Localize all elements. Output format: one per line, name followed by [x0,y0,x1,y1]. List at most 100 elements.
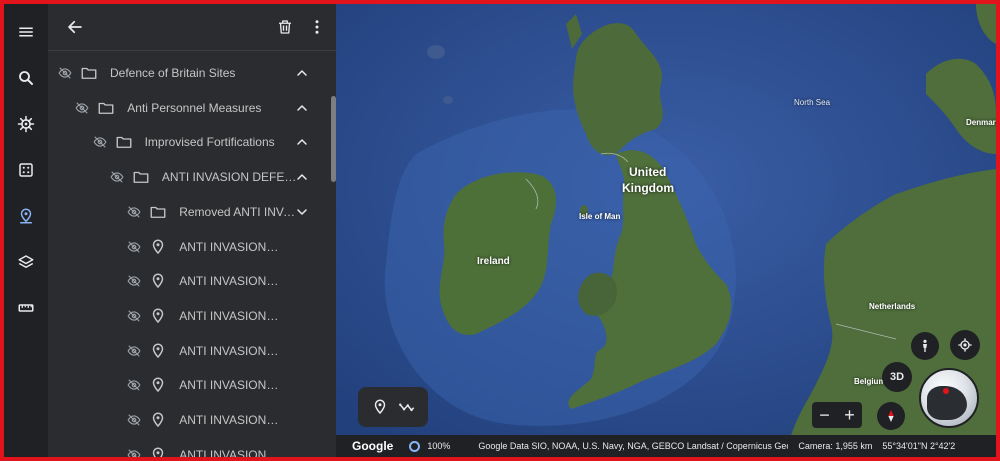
visibility-toggle-icon[interactable] [110,170,124,184]
folder-icon [115,133,133,151]
layers-icon [18,255,34,268]
tree-placemark-row[interactable]: ANTI INVASION DEFENCE [48,230,328,264]
zoom-out-button[interactable]: − [814,404,836,426]
visibility-toggle-icon[interactable] [127,378,141,392]
tree-item-label: Improvised Fortifications [144,135,275,150]
tree-folder-row[interactable]: ANTI INVASION DEFENCE [48,160,328,194]
visibility-toggle-icon[interactable] [127,448,141,457]
cursor-coordinates: 55°34'01"N 2°42'2 [882,441,956,451]
voyager-button[interactable] [4,106,48,142]
compass-icon [888,410,894,422]
map-label-uk-line1: United [629,165,667,179]
tree-folder-row[interactable]: Defence of Britain Sites [48,56,328,90]
chevron-up-icon[interactable] [294,100,310,116]
projects-pin-icon [20,208,32,224]
status-bar: Google 100% Google Data SIO, NOAA, U.S. … [336,435,996,457]
folder-icon [97,99,115,117]
visibility-toggle-icon[interactable] [127,240,141,254]
placemark-icon [374,399,385,415]
pegman-icon [923,339,927,352]
tree-item-label: ANTI INVASION DEFENCE [179,343,280,358]
projects-panel: Defence of Britain Sites Anti Personnel M… [48,4,336,457]
folder-icon [149,203,167,221]
add-path-button[interactable] [397,397,417,417]
folder-icon [132,168,150,186]
map-label-denmark: Denmark [966,118,996,127]
visibility-toggle-icon[interactable] [127,205,141,219]
tree-placemark-row[interactable]: ANTI INVASION DEFENCE [48,438,328,457]
tree-item-label: ANTI INVASION DEFENCE [179,413,280,427]
placemark-icon [149,446,167,457]
mini-globe[interactable] [919,368,979,428]
placemark-icon [149,411,167,429]
chevron-up-icon[interactable] [294,65,310,81]
search-button[interactable] [4,60,48,96]
map-label-ireland: Ireland [477,256,510,267]
zoom-in-button[interactable]: + [839,404,861,426]
compass-button[interactable] [877,402,905,430]
tree-placemark-row[interactable]: ANTI INVASION DEFENCE [48,403,328,437]
more-vert-icon [315,20,319,34]
loading-indicator-icon [409,440,421,452]
placemark-icon [149,238,167,256]
arrow-left-icon [68,20,82,34]
placemark-icon [149,376,167,394]
add-placemark-button[interactable] [370,397,390,417]
measure-button[interactable] [4,290,48,326]
path-icon [398,403,414,412]
tree-placemark-row[interactable]: ANTI INVASION DEFENCE [48,334,328,368]
tree-placemark-row[interactable]: ANTI INVASION DEFENCE [48,299,328,333]
search-icon [19,71,33,85]
feeling-lucky-button[interactable] [4,152,48,188]
tree-folder-row[interactable]: Removed ANTI INVASION [48,195,328,229]
map-style-button[interactable] [4,244,48,280]
tree-item-label: Anti Personnel Measures [127,100,262,115]
delete-button[interactable] [270,12,300,42]
tree-item-label: Removed ANTI INVASION [179,204,300,219]
my-location-button[interactable] [950,330,980,360]
placemark-icon [149,342,167,360]
tree-item-label: ANTI INVASION DEFENCE [179,308,280,323]
tree-folder-row[interactable]: Improvised Fortifications [48,125,328,159]
chevron-down-icon[interactable] [294,204,310,220]
more-options-button[interactable] [302,12,332,42]
visibility-toggle-icon[interactable] [93,135,107,149]
visibility-toggle-icon[interactable] [127,344,141,358]
google-logo: Google [352,439,394,453]
map-label-north-sea: North Sea [794,98,831,107]
visibility-toggle-icon[interactable] [127,413,141,427]
pegman-button[interactable] [911,332,939,360]
placemark-icon [149,272,167,290]
globe-map-view[interactable]: North Sea United Kingdom Isle of Man Ire… [336,4,996,457]
app-window: Defence of Britain Sites Anti Personnel M… [0,0,1000,461]
visibility-toggle-icon[interactable] [58,66,72,80]
visibility-toggle-icon[interactable] [127,309,141,323]
panel-header [48,4,336,51]
placemark-icon [149,307,167,325]
tree-item-label: ANTI INVASION DEFENCE [179,378,280,393]
camera-altitude: Camera: 1,955 km [798,441,873,451]
tree-item-label: ANTI INVASION DEFENCE [179,239,280,254]
ship-wheel-icon [17,115,35,133]
visibility-toggle-icon[interactable] [127,274,141,288]
3d-toggle-button[interactable]: 3D [882,362,912,392]
chevron-up-icon[interactable] [294,134,310,150]
data-credits[interactable]: Google Data SIO, NOAA, U.S. Navy, NGA, G… [478,441,788,451]
menu-icon [19,27,33,37]
load-percent: 100% [427,441,451,451]
tree-folder-row[interactable]: Anti Personnel Measures [48,91,328,125]
tree-item-label: ANTI INVASION DEFENCE [179,274,280,289]
back-button[interactable] [60,12,90,42]
visibility-toggle-icon[interactable] [75,101,89,115]
tree-item-label: ANTI INVASION DEFENCE [179,447,280,457]
ruler-icon [18,304,34,312]
tree-placemark-row[interactable]: ANTI INVASION DEFENCE [48,368,328,402]
chevron-up-icon[interactable] [294,169,310,185]
projects-button[interactable] [4,198,48,234]
globe-position-marker [943,388,949,394]
tree-placemark-row[interactable]: ANTI INVASION DEFENCE [48,264,328,298]
tree-item-label: Defence of Britain Sites [110,66,236,80]
dice-icon [19,163,33,177]
map-label-netherlands: Netherlands [869,302,916,311]
menu-button[interactable] [4,14,48,50]
